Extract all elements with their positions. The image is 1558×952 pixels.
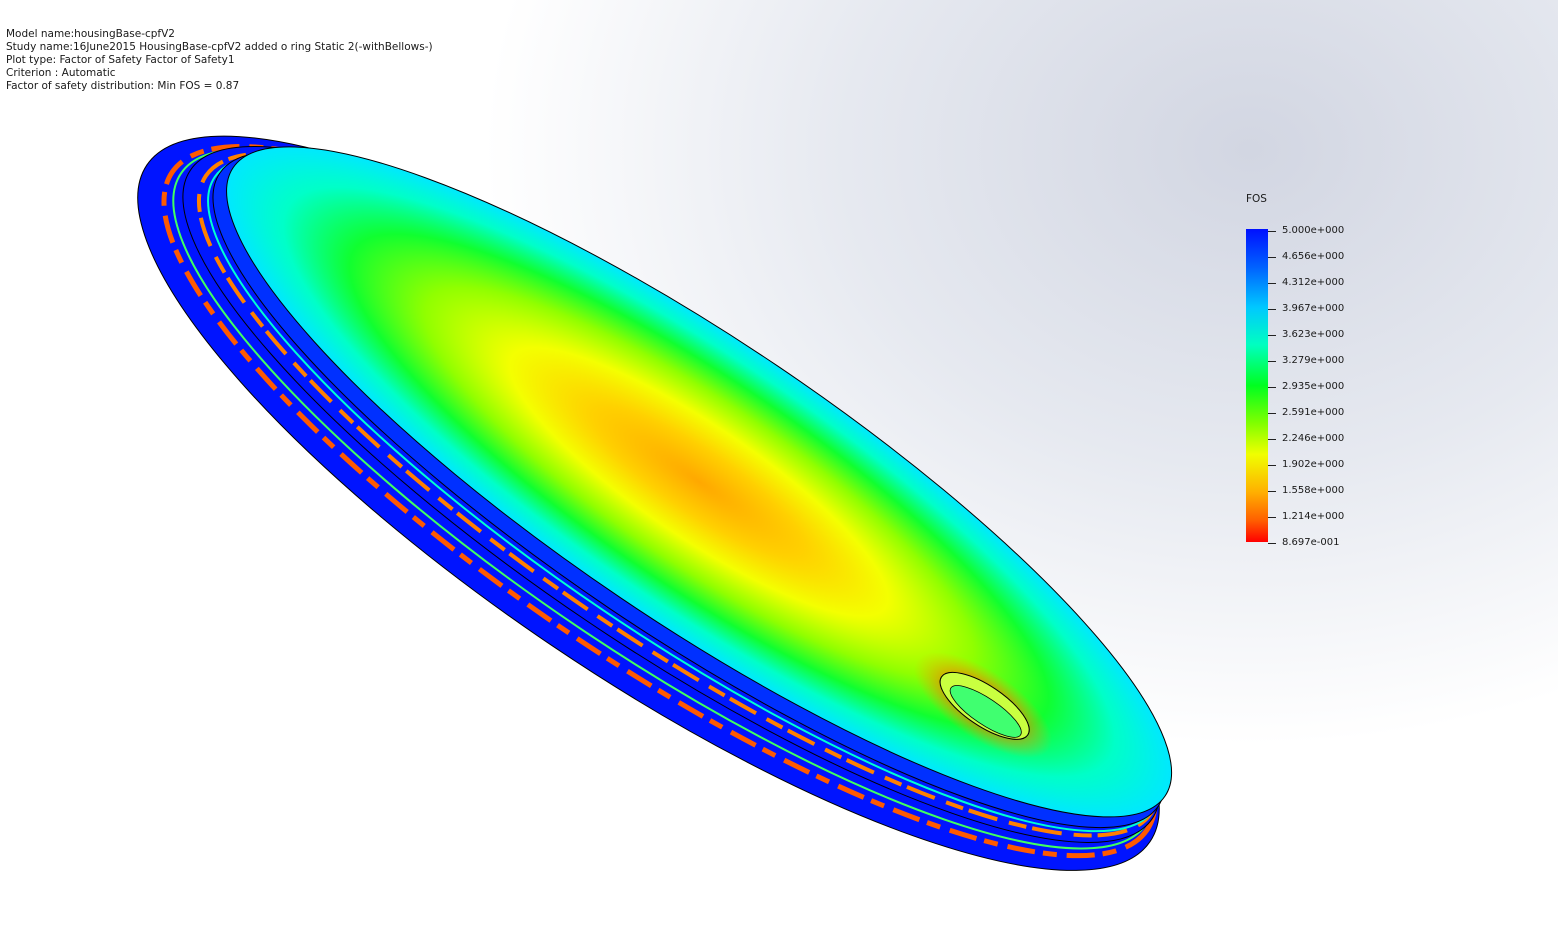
- legend-tick-label: 8.697e-001: [1282, 537, 1340, 548]
- legend-title: FOS: [1246, 193, 1267, 205]
- legend-tick-label: 2.935e+000: [1282, 381, 1345, 392]
- legend-tick: [1268, 543, 1276, 544]
- study-name: Study name:16June2015 HousingBase-cpfV2 …: [6, 41, 433, 53]
- fos-distribution: Factor of safety distribution: Min FOS =…: [6, 80, 240, 92]
- legend-tick: [1268, 231, 1276, 232]
- legend-tick: [1268, 465, 1276, 466]
- criterion: Criterion : Automatic: [6, 67, 116, 79]
- legend-tick: [1268, 335, 1276, 336]
- legend-tick: [1268, 387, 1276, 388]
- fea-model-viewport[interactable]: [0, 0, 1558, 952]
- legend-tick-label: 1.902e+000: [1282, 459, 1345, 470]
- legend-tick-label: 4.312e+000: [1282, 277, 1345, 288]
- legend-tick: [1268, 309, 1276, 310]
- fos-color-scale: [1246, 229, 1268, 542]
- housing-base-part: [137, 135, 1173, 871]
- legend-tick-label: 4.656e+000: [1282, 251, 1345, 262]
- legend-tick: [1268, 257, 1276, 258]
- legend-tick-label: 2.591e+000: [1282, 407, 1345, 418]
- legend-tick: [1268, 361, 1276, 362]
- study-info-header: Model name:housingBase-cpfV2 Study name:…: [6, 28, 433, 93]
- legend-tick-label: 3.967e+000: [1282, 303, 1345, 314]
- legend-tick-label: 3.279e+000: [1282, 355, 1345, 366]
- legend-tick-label: 1.558e+000: [1282, 485, 1345, 496]
- legend-tick-label: 1.214e+000: [1282, 511, 1345, 522]
- legend-tick: [1268, 517, 1276, 518]
- model-name: Model name:housingBase-cpfV2: [6, 28, 175, 40]
- legend-tick-label: 3.623e+000: [1282, 329, 1345, 340]
- legend-tick: [1268, 439, 1276, 440]
- top-face: [226, 146, 1173, 818]
- legend-tick: [1268, 283, 1276, 284]
- legend-tick: [1268, 413, 1276, 414]
- plot-type: Plot type: Factor of Safety Factor of Sa…: [6, 54, 235, 66]
- legend-tick: [1268, 491, 1276, 492]
- legend-tick-label: 2.246e+000: [1282, 433, 1345, 444]
- legend-tick-label: 5.000e+000: [1282, 225, 1345, 236]
